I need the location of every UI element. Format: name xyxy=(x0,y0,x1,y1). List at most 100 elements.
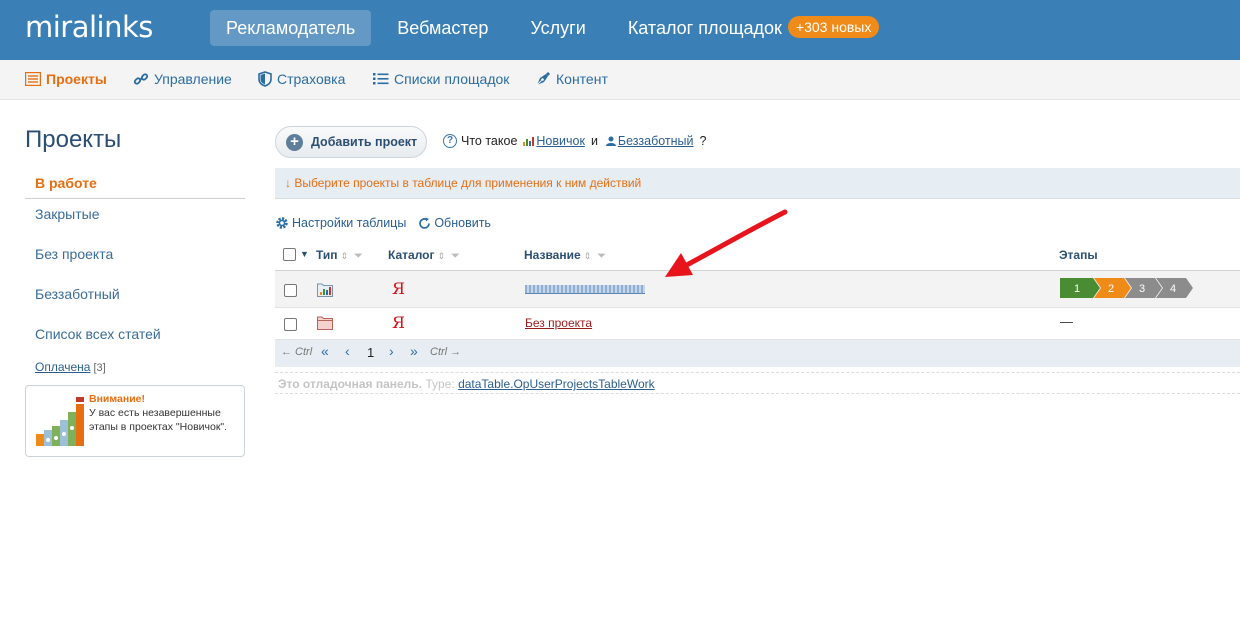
column-stages: Этапы xyxy=(1059,248,1098,262)
annotation-arrow xyxy=(665,209,788,277)
carefree-link[interactable]: Беззаботный xyxy=(618,134,694,148)
debug-type-label: Type: xyxy=(425,377,455,391)
filter-icon: ⏷ xyxy=(451,250,460,262)
column-catalog[interactable]: Каталог ⇕ ⏷ xyxy=(388,248,460,263)
column-name-label: Название xyxy=(524,248,581,262)
stage-label: 4 xyxy=(1170,283,1176,295)
yandex-icon: Я xyxy=(392,279,405,298)
sort-icon: ⇕ xyxy=(583,251,592,261)
progress-stairs-icon xyxy=(36,397,84,446)
pager-prev-button[interactable]: ‹ xyxy=(345,343,350,359)
gear-icon xyxy=(276,217,288,229)
table-settings-label: Настройки таблицы xyxy=(292,216,407,230)
column-type[interactable]: Тип ⇕ ⏷ xyxy=(316,248,363,263)
bulleted-list-icon xyxy=(373,73,389,85)
pager-next-button[interactable]: › xyxy=(389,343,394,359)
pager-first-button[interactable]: « xyxy=(321,343,329,359)
sub-nav-content[interactable]: Контент xyxy=(535,71,608,87)
notice-title: Внимание! xyxy=(89,393,145,405)
debug-type-link[interactable]: dataTable.OpUserProjectsTableWork xyxy=(458,377,655,391)
debug-panel: Это отладочная панель. Type: dataTable.O… xyxy=(275,372,1240,394)
stages-progress: 1 2 3 4 xyxy=(1060,278,1193,298)
top-nav-catalog-label: Каталог площадок xyxy=(627,18,782,38)
selection-hint: ↓ Выберите проекты в таблице для примене… xyxy=(275,168,1240,199)
project-name-link[interactable] xyxy=(525,285,645,294)
sidebar-item-in-work[interactable]: В работе xyxy=(35,175,97,191)
pager-last-button[interactable]: » xyxy=(410,343,418,359)
question-mark: ? xyxy=(699,134,707,148)
row-checkbox[interactable] xyxy=(284,284,297,297)
shield-icon xyxy=(258,71,272,87)
notice-text: У вас есть незавершенные этапы в проекта… xyxy=(89,407,228,433)
help-icon: ? xyxy=(443,134,457,148)
top-nav-advertiser[interactable]: Рекламодатель xyxy=(210,10,372,46)
top-nav-catalog[interactable]: Каталог площадок +303 новых xyxy=(612,10,896,46)
sub-nav: Проекты Управление Страховка Списки площ… xyxy=(0,60,1240,100)
add-project-label: Добавить проект xyxy=(311,135,418,149)
select-all-checkbox[interactable] xyxy=(283,248,296,261)
paid-count: [3] xyxy=(93,362,106,374)
stage-label: 1 xyxy=(1074,283,1080,295)
stage-label: 3 xyxy=(1139,283,1145,295)
pagination: ← Ctrl « ‹ 1 › » Ctrl → xyxy=(275,340,1240,367)
refresh-icon xyxy=(419,217,431,229)
column-name[interactable]: Название ⇕ ⏷ xyxy=(524,248,606,263)
link-icon xyxy=(133,73,149,85)
list-icon xyxy=(25,72,41,86)
row-checkbox[interactable] xyxy=(284,318,297,331)
folder-icon xyxy=(317,316,333,330)
sidebar-item-no-project[interactable]: Без проекта xyxy=(35,246,113,262)
sidebar-title: Проекты xyxy=(25,126,122,153)
sub-nav-management-label: Управление xyxy=(154,71,232,87)
sidebar-item-all-articles[interactable]: Список всех статей xyxy=(35,326,161,342)
paid-link[interactable]: Оплачена xyxy=(35,360,90,374)
top-nav-webmaster[interactable]: Вебмастер xyxy=(381,10,504,46)
top-nav-services[interactable]: Услуги xyxy=(514,10,601,46)
what-is-text: Что такое xyxy=(461,134,518,148)
sidebar-item-carefree[interactable]: Беззаботный xyxy=(35,286,120,302)
sidebar-paid: Оплачена [3] xyxy=(35,360,106,374)
user-icon xyxy=(605,136,616,146)
sub-nav-insurance[interactable]: Страховка xyxy=(258,71,345,87)
filter-icon: ⏷ xyxy=(354,250,363,262)
column-type-label: Тип xyxy=(316,248,338,262)
sub-nav-insurance-label: Страховка xyxy=(277,71,346,87)
sub-nav-projects-label: Проекты xyxy=(46,71,107,87)
what-is-help: ? Что такое Новичок и Беззаботный ? xyxy=(443,134,706,148)
debug-label: Это отладочная панель. xyxy=(278,377,423,391)
sort-icon: ⇕ xyxy=(437,251,446,261)
pen-nib-icon xyxy=(536,72,550,86)
newbie-link[interactable]: Новичок xyxy=(536,134,585,148)
yandex-icon: Я xyxy=(392,313,405,332)
sort-icon: ⇕ xyxy=(340,251,349,261)
and-text: и xyxy=(590,134,598,148)
no-project-link[interactable]: Без проекта xyxy=(525,316,592,330)
refresh-label: Обновить xyxy=(434,216,491,230)
table-tools: Настройки таблицы Обновить xyxy=(275,216,503,230)
add-project-button[interactable]: + Добавить проект xyxy=(275,126,427,158)
stage-label: 2 xyxy=(1108,283,1114,295)
stages-empty: — xyxy=(1060,314,1073,329)
select-dropdown-icon[interactable]: ▼ xyxy=(300,249,309,259)
filter-icon: ⏷ xyxy=(597,250,607,262)
top-bar: miralinks Рекламодатель Вебмастер Услуги… xyxy=(0,0,1240,60)
pager-next-hint: Ctrl → xyxy=(430,346,462,358)
sub-nav-projects[interactable]: Проекты xyxy=(25,71,107,87)
sub-nav-content-label: Контент xyxy=(556,71,608,87)
chart-folder-icon xyxy=(317,283,333,297)
sub-nav-site-lists[interactable]: Списки площадок xyxy=(373,71,509,87)
table-row[interactable]: Я Без проекта — xyxy=(275,308,1240,340)
top-nav: Рекламодатель Вебмастер Услуги Каталог п… xyxy=(210,10,905,46)
table-settings-button[interactable]: Настройки таблицы xyxy=(275,216,406,230)
logo[interactable]: miralinks xyxy=(25,10,153,44)
plus-icon: + xyxy=(286,133,303,151)
sidebar-item-closed[interactable]: Закрытые xyxy=(35,206,99,222)
sidebar-divider xyxy=(25,198,245,199)
column-catalog-label: Каталог xyxy=(388,248,435,262)
sub-nav-management[interactable]: Управление xyxy=(133,71,232,87)
new-sites-badge: +303 новых xyxy=(787,16,880,38)
pager-current-page[interactable]: 1 xyxy=(367,345,374,360)
sub-nav-site-lists-label: Списки площадок xyxy=(394,71,510,87)
refresh-button[interactable]: Обновить xyxy=(418,216,491,230)
notice-box: Внимание! У вас есть незавершенные этапы … xyxy=(25,385,245,457)
